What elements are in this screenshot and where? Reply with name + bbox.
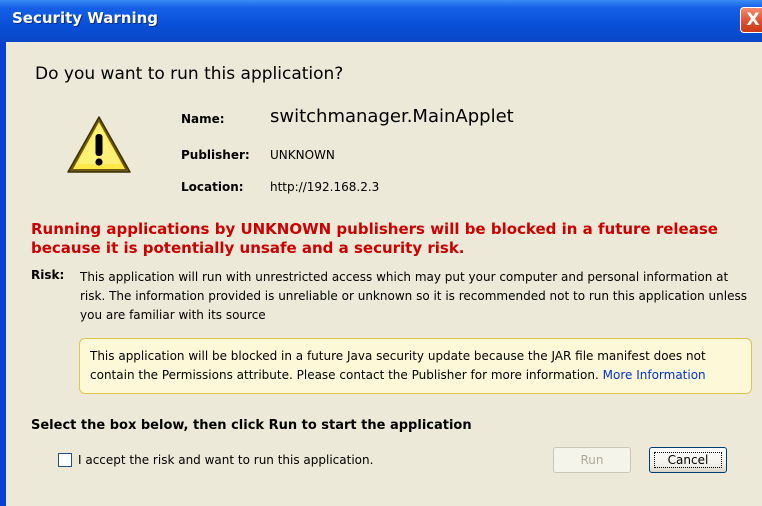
publisher-label: Publisher: — [181, 148, 250, 162]
title-bar[interactable]: Security Warning X — [0, 0, 762, 42]
accept-risk-label[interactable]: I accept the risk and want to run this a… — [78, 453, 373, 467]
accept-risk-row[interactable]: I accept the risk and want to run this a… — [58, 453, 373, 467]
instruction-text: Select the box below, then click Run to … — [31, 418, 472, 433]
publisher-value: UNKNOWN — [270, 148, 335, 162]
location-label: Location: — [181, 180, 244, 194]
security-warning-window: Security Warning X Do you want to run th… — [0, 0, 762, 506]
name-value: switchmanager.MainApplet — [270, 106, 514, 127]
accept-risk-checkbox[interactable] — [58, 453, 72, 467]
location-value: http://192.168.2.3 — [270, 180, 380, 194]
warning-triangle-icon — [67, 116, 131, 173]
window-title: Security Warning — [12, 9, 159, 27]
close-button[interactable]: X — [740, 7, 762, 33]
risk-text: This application will run with unrestric… — [80, 270, 747, 322]
blocking-warning-text: Running applications by UNKNOWN publishe… — [31, 220, 718, 257]
dialog-body: Do you want to run this application? Nam… — [6, 42, 762, 506]
risk-label: Risk: — [31, 268, 65, 282]
name-label: Name: — [181, 112, 225, 126]
run-button[interactable]: Run — [553, 447, 631, 473]
info-box: This application will be blocked in a fu… — [79, 338, 752, 394]
close-icon: X — [746, 10, 760, 30]
dialog-heading: Do you want to run this application? — [35, 64, 344, 84]
cancel-button[interactable]: Cancel — [649, 447, 727, 473]
cancel-button-label: Cancel — [667, 453, 709, 467]
more-information-link[interactable]: More Information — [603, 368, 706, 382]
